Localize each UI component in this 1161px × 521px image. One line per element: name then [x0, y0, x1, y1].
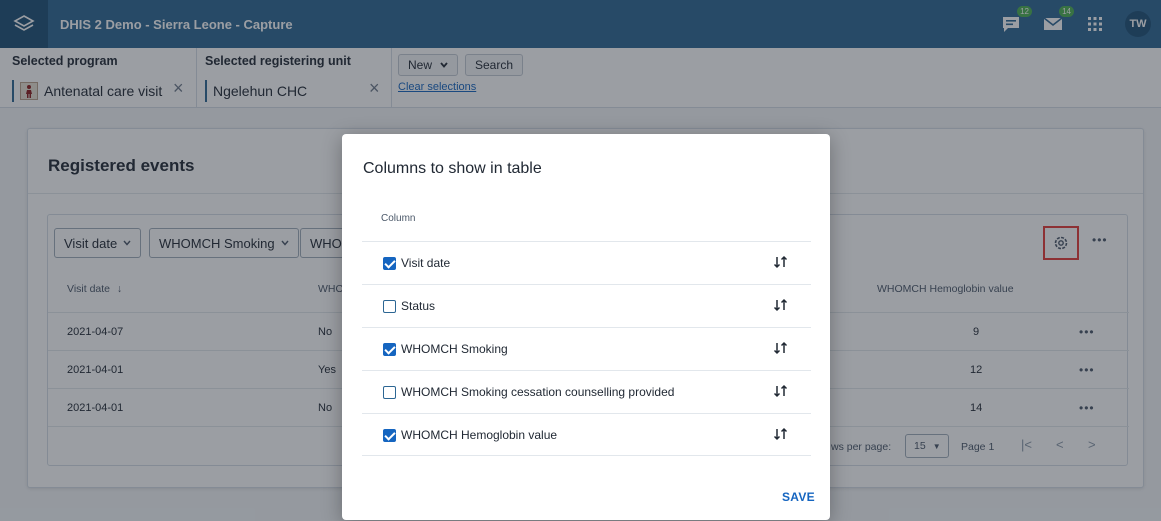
column-option-label: WHOMCH Hemoglobin value	[401, 428, 558, 442]
column-header-label: Column	[381, 213, 416, 224]
checkbox-unchecked[interactable]	[383, 386, 396, 399]
column-option-visit-date[interactable]: Visit date	[362, 241, 811, 284]
column-option-hemoglobin[interactable]: WHOMCH Hemoglobin value	[362, 413, 811, 456]
dialog-title: Columns to show in table	[363, 160, 542, 177]
reorder-arrows-icon[interactable]	[773, 298, 789, 312]
column-option-label: Status	[401, 299, 436, 313]
column-option-smoking[interactable]: WHOMCH Smoking	[362, 327, 811, 370]
column-option-label: Visit date	[401, 256, 451, 270]
checkbox-unchecked[interactable]	[383, 300, 396, 313]
checkbox-checked[interactable]	[383, 429, 396, 442]
checkbox-checked[interactable]	[383, 343, 396, 356]
column-settings-dialog: Columns to show in table Column Visit da…	[342, 134, 830, 520]
column-option-label: WHOMCH Smoking cessation counselling pro…	[401, 385, 675, 399]
save-button[interactable]: SAVE	[782, 490, 815, 504]
column-option-label: WHOMCH Smoking	[401, 342, 508, 356]
reorder-arrows-icon[interactable]	[773, 384, 789, 398]
column-option-status[interactable]: Status	[362, 284, 811, 327]
reorder-arrows-icon[interactable]	[773, 427, 789, 441]
checkbox-checked[interactable]	[383, 257, 396, 270]
reorder-arrows-icon[interactable]	[773, 255, 789, 269]
reorder-arrows-icon[interactable]	[773, 341, 789, 355]
column-option-smoking-cessation[interactable]: WHOMCH Smoking cessation counselling pro…	[362, 370, 811, 413]
